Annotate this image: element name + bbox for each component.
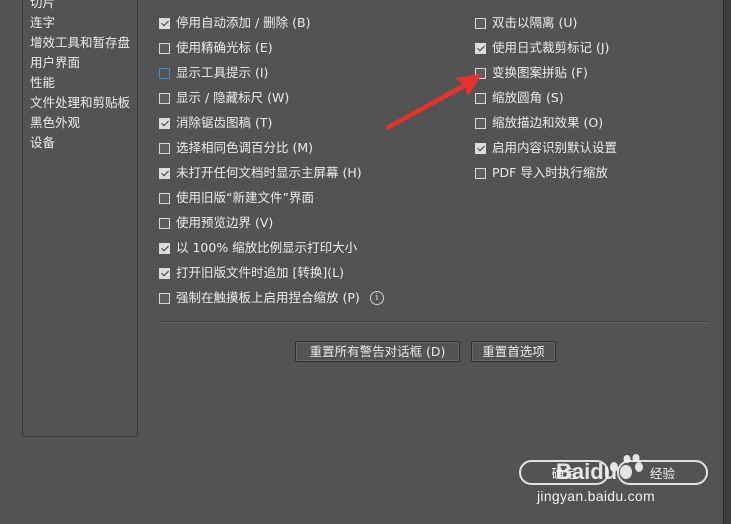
sidebar-item-devices[interactable]: 设备 <box>30 133 55 153</box>
option-show-tool-tips[interactable]: 显示工具提示 (I) <box>159 64 268 82</box>
option-print-size-at-100[interactable]: 以 100% 缩放比例显示打印大小 <box>159 239 357 257</box>
reset-all-warnings-button[interactable]: 重置所有警告对话框 (D) <box>295 341 460 362</box>
option-show-hide-rulers[interactable]: 显示 / 隐藏标尺 (W) <box>159 89 289 107</box>
option-label: PDF 导入时执行缩放 <box>492 165 608 180</box>
option-label: 变换图案拼贴 (F) <box>492 65 588 80</box>
section-divider <box>158 321 708 323</box>
checkbox-focused-icon[interactable] <box>159 67 170 79</box>
option-label: 选择相同色调百分比 (M) <box>176 140 314 155</box>
ok-button[interactable]: 确定 <box>519 460 609 485</box>
option-legacy-new-document[interactable]: 使用旧版“新建文件”界面 <box>159 189 314 207</box>
checkbox-icon[interactable] <box>159 292 170 304</box>
option-anti-aliased-artwork[interactable]: 消除锯齿图稿 (T) <box>159 114 272 132</box>
option-transform-pattern-tiles[interactable]: 变换图案拼贴 (F) <box>475 64 588 82</box>
preferences-dialog: 切片 连字 增效工具和暂存盘 用户界面 性能 文件处理和剪贴板 黑色外观 设备 … <box>0 0 731 524</box>
annotation-arrow-shape <box>386 74 482 130</box>
checkbox-icon[interactable] <box>159 192 170 204</box>
option-label: 打开旧版文件时追加 [转换](L) <box>176 265 344 280</box>
info-icon[interactable]: i <box>369 291 384 305</box>
sidebar-item-black-appearance[interactable]: 黑色外观 <box>30 113 80 133</box>
annotation-arrow-icon <box>386 74 482 130</box>
option-pdf-import-scale[interactable]: PDF 导入时执行缩放 <box>475 164 608 182</box>
option-label: 双击以隔离 (U) <box>492 15 578 30</box>
sidebar-item-plugins-scratch-disks[interactable]: 增效工具和暂存盘 <box>30 33 130 53</box>
checkbox-icon[interactable] <box>159 42 170 54</box>
option-label: 缩放描边和效果 (O) <box>492 115 604 130</box>
sidebar-item-file-handling-clipboard[interactable]: 文件处理和剪贴板 <box>30 93 130 113</box>
option-append-converted[interactable]: 打开旧版文件时追加 [转换](L) <box>159 264 344 282</box>
option-use-preview-bounds[interactable]: 使用预览边界 (V) <box>159 214 273 232</box>
checkbox-checked-icon[interactable] <box>159 17 170 29</box>
option-force-pinch-zoom[interactable]: 强制在触摸板上启用捏合缩放 (P) i <box>159 289 384 307</box>
option-show-home-screen[interactable]: 未打开任何文档时显示主屏幕 (H) <box>159 164 362 182</box>
watermark-url: jingyan.baidu.com <box>537 488 655 504</box>
checkbox-checked-icon[interactable] <box>159 242 170 254</box>
window-edge <box>723 0 731 524</box>
checkbox-icon[interactable] <box>159 217 170 229</box>
option-label: 使用精确光标 (E) <box>176 40 273 55</box>
option-disable-auto-add-delete[interactable]: 停用自动添加 / 删除 (B) <box>159 14 310 32</box>
checkbox-checked-icon[interactable] <box>159 267 170 279</box>
sidebar-item-user-interface[interactable]: 用户界面 <box>30 53 80 73</box>
checkbox-checked-icon[interactable] <box>159 167 170 179</box>
option-label: 未打开任何文档时显示主屏幕 (H) <box>176 165 362 180</box>
checkbox-checked-icon[interactable] <box>475 42 486 54</box>
checkbox-icon[interactable] <box>475 17 486 29</box>
checkbox-checked-icon[interactable] <box>475 142 486 154</box>
option-scale-strokes-effects[interactable]: 缩放描边和效果 (O) <box>475 114 603 132</box>
checkbox-checked-icon[interactable] <box>159 117 170 129</box>
option-label: 使用旧版“新建文件”界面 <box>176 190 314 205</box>
checkbox-icon[interactable] <box>159 92 170 104</box>
option-japanese-crop-marks[interactable]: 使用日式裁剪标记 (J) <box>475 39 609 57</box>
option-label: 停用自动添加 / 删除 (B) <box>176 15 311 30</box>
sidebar-item-hyphenation[interactable]: 连字 <box>30 13 55 33</box>
option-select-same-tint[interactable]: 选择相同色调百分比 (M) <box>159 139 313 157</box>
cancel-button[interactable]: 经验 <box>617 460 708 485</box>
option-label: 启用内容识别默认设置 <box>492 140 618 155</box>
option-label: 显示 / 隐藏标尺 (W) <box>176 90 290 105</box>
checkbox-icon[interactable] <box>159 142 170 154</box>
option-label: 使用日式裁剪标记 (J) <box>492 40 610 55</box>
option-double-click-isolate[interactable]: 双击以隔离 (U) <box>475 14 577 32</box>
option-content-aware-defaults[interactable]: 启用内容识别默认设置 <box>475 139 617 157</box>
option-label: 使用预览边界 (V) <box>176 215 274 230</box>
option-label: 强制在触摸板上启用捏合缩放 (P) <box>176 290 360 305</box>
sidebar-item-performance[interactable]: 性能 <box>30 73 55 93</box>
option-precise-cursors[interactable]: 使用精确光标 (E) <box>159 39 273 57</box>
option-label: 显示工具提示 (I) <box>176 65 269 80</box>
sidebar-item-slices[interactable]: 切片 <box>30 0 55 13</box>
preferences-sidebar: 切片 连字 增效工具和暂存盘 用户界面 性能 文件处理和剪贴板 黑色外观 设备 <box>22 0 138 437</box>
reset-preferences-button[interactable]: 重置首选项 <box>471 341 556 362</box>
option-label: 以 100% 缩放比例显示打印大小 <box>176 240 358 255</box>
option-label: 消除锯齿图稿 (T) <box>176 115 273 130</box>
option-label: 缩放圆角 (S) <box>492 90 564 105</box>
checkbox-icon[interactable] <box>475 167 486 179</box>
